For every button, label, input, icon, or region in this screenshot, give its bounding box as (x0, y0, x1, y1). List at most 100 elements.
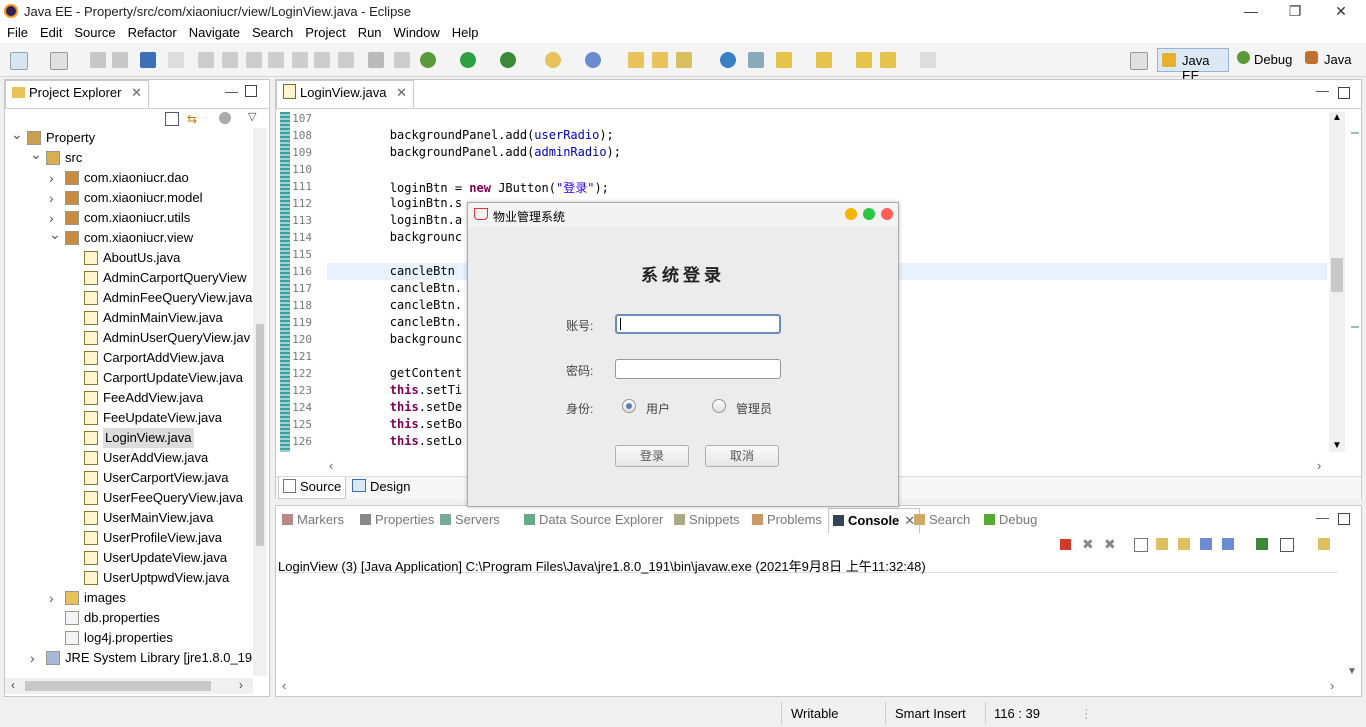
tab-console[interactable]: Console ✕ (828, 508, 921, 533)
menu-run[interactable]: Run (351, 23, 387, 40)
tree-item[interactable]: AdminFeeQueryView.java (5, 288, 253, 308)
chevron-right-icon[interactable]: › (49, 188, 59, 208)
show-on-output-icon[interactable] (1200, 538, 1212, 550)
scroll-up-icon[interactable]: ▲ (1332, 112, 1342, 123)
tree-item[interactable]: UserUpdateView.java (5, 548, 253, 568)
password-input[interactable] (615, 359, 781, 379)
role-user-radio[interactable] (622, 399, 636, 413)
step-return-icon[interactable] (338, 52, 354, 68)
resume-icon[interactable] (198, 52, 214, 68)
perspective-debug[interactable]: Debug (1254, 52, 1292, 67)
close-dot[interactable] (881, 208, 893, 220)
tree-item[interactable]: db.properties (5, 608, 253, 628)
suspend-icon[interactable] (222, 52, 238, 68)
save-all-icon[interactable] (112, 52, 128, 68)
pin-console-icon[interactable] (1256, 538, 1268, 550)
tab-search[interactable]: Search (910, 508, 974, 532)
tree-item[interactable]: UserAddView.java (5, 448, 253, 468)
tree-item[interactable]: UserFeeQueryView.java (5, 488, 253, 508)
open-console-icon[interactable] (1318, 538, 1330, 550)
tree-item[interactable]: › com.xiaoniucr.dao (5, 168, 253, 188)
tab-debug[interactable]: Debug (980, 508, 1041, 532)
menu-navigate[interactable]: Navigate (182, 23, 245, 40)
remove-all-icon[interactable]: ✖ (1104, 536, 1116, 553)
scroll-left-icon[interactable]: ‹ (11, 678, 15, 692)
explorer-hscroll[interactable]: ‹ › (5, 678, 253, 694)
tab-project-explorer[interactable]: Project Explorer ✕ (5, 80, 150, 108)
close-icon[interactable]: ✕ (396, 85, 407, 100)
collapse-all-icon[interactable] (165, 112, 179, 126)
tree-item[interactable]: LoginView.java (5, 428, 253, 448)
run-external-icon[interactable] (500, 52, 516, 68)
chevron-right-icon[interactable]: › (49, 168, 59, 188)
perspective-javaee[interactable]: Java EE (1157, 48, 1229, 83)
menu-search[interactable]: Search (245, 23, 298, 40)
prev-annotation-icon[interactable] (816, 52, 832, 68)
tab-source[interactable]: Source (278, 477, 347, 499)
tree-item[interactable]: log4j.properties (5, 628, 253, 648)
tab-snippets[interactable]: Snippets (670, 508, 744, 532)
save-icon[interactable] (90, 52, 106, 68)
show-on-error-icon[interactable] (1222, 538, 1234, 550)
annotation-icon[interactable] (748, 52, 764, 68)
chevron-right-icon[interactable]: › (30, 648, 40, 668)
tree-item[interactable]: AdminUserQueryView.jav (5, 328, 253, 348)
tree-item[interactable]: ⌄ src (5, 146, 253, 168)
back-icon[interactable] (880, 52, 896, 68)
tree-item[interactable]: UserMainView.java (5, 508, 253, 528)
chevron-down-icon[interactable]: ⌄ (11, 128, 23, 144)
tab-design[interactable]: Design (348, 477, 414, 498)
editor-vscroll[interactable]: ▲ ▼ (1329, 112, 1345, 452)
display-console-icon[interactable] (1280, 538, 1294, 552)
perspective-java[interactable]: Java (1324, 52, 1351, 67)
scroll-right-icon[interactable]: › (1330, 678, 1334, 693)
tab-properties[interactable]: Properties (356, 508, 438, 532)
tree-item[interactable]: UserCarportView.java (5, 468, 253, 488)
forward-icon[interactable] (920, 52, 936, 68)
tree-item[interactable]: AdminMainView.java (5, 308, 253, 328)
tab-loginview[interactable]: LoginView.java ✕ (276, 80, 415, 108)
explorer-vscroll[interactable] (253, 128, 267, 676)
disconnect-icon[interactable] (268, 52, 284, 68)
terminate-icon[interactable] (1060, 539, 1071, 550)
dialog-titlebar[interactable]: 物业管理系统 (468, 203, 898, 227)
tree-item[interactable]: CarportUpdateView.java (5, 368, 253, 388)
console-vscroll[interactable]: ▼ (1347, 666, 1361, 678)
tab-markers[interactable]: Markers (278, 508, 348, 532)
role-admin-radio[interactable] (712, 399, 726, 413)
role-admin-label[interactable]: 管理员 (736, 400, 772, 417)
chevron-down-icon[interactable]: ⌄ (49, 224, 61, 244)
scroll-down-icon[interactable]: ▼ (1332, 440, 1342, 451)
step-over-icon[interactable] (314, 52, 330, 68)
link-editor-icon[interactable]: ⇆ (187, 112, 201, 126)
tree-item[interactable]: › images (5, 588, 253, 608)
scroll-left-icon[interactable]: ‹ (329, 458, 333, 473)
skip-breakpoints-icon[interactable] (168, 52, 184, 68)
debug-icon[interactable] (420, 52, 436, 68)
globe-icon[interactable] (720, 52, 736, 68)
run-icon[interactable] (460, 52, 476, 68)
terminate-icon[interactable] (246, 52, 262, 68)
tab-data-source-explorer[interactable]: Data Source Explorer (520, 508, 667, 532)
minimize-dot[interactable] (845, 208, 857, 220)
minimize-icon[interactable]: — (1316, 83, 1329, 98)
remove-launch-icon[interactable]: ✖ (1082, 536, 1094, 553)
minimize-icon[interactable]: — (1316, 510, 1329, 525)
tree-item[interactable]: CarportAddView.java (5, 348, 253, 368)
minimize-icon[interactable]: — (225, 84, 238, 99)
account-input[interactable] (615, 314, 781, 334)
scroll-left-icon[interactable]: ‹ (282, 678, 286, 693)
tab-servers[interactable]: Servers (436, 508, 504, 532)
tab-problems[interactable]: Problems (748, 508, 826, 532)
tree-item[interactable]: UserUptpwdView.java (5, 568, 253, 588)
open-folder-icon[interactable] (628, 52, 644, 68)
tree-item[interactable]: › com.xiaoniucr.utils (5, 208, 253, 228)
toggle-mark-icon[interactable] (368, 52, 384, 68)
tree-item[interactable]: AboutUs.java (5, 248, 253, 268)
tree-item[interactable]: ⌄ com.xiaoniucr.view (5, 226, 253, 248)
open-type-icon[interactable] (652, 52, 668, 68)
close-icon[interactable]: ✕ (131, 85, 142, 100)
menu-help[interactable]: Help (445, 23, 484, 40)
console-icon[interactable] (140, 52, 156, 68)
tree-item[interactable]: ⌄ Property (5, 128, 253, 148)
